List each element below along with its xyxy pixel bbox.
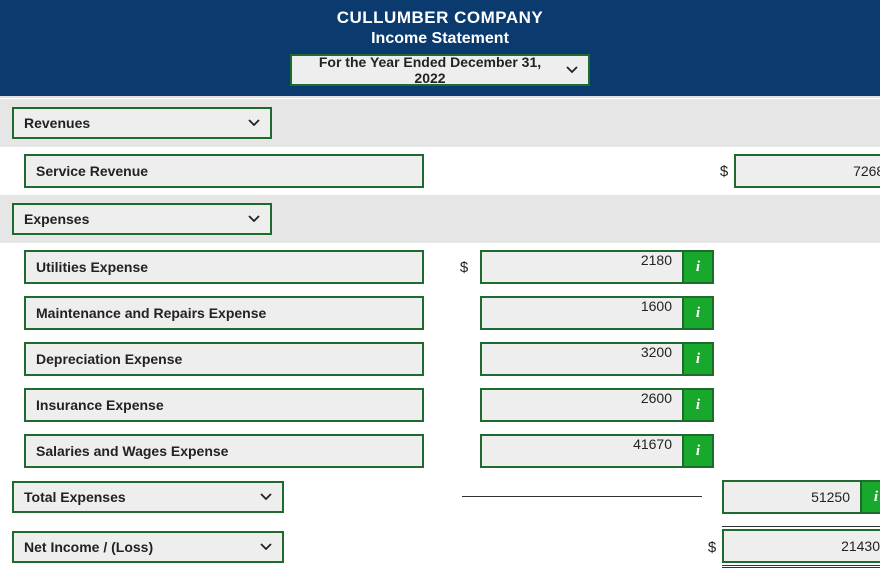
amount-input[interactable]: 41670 xyxy=(480,434,684,468)
account-label-text: Insurance Expense xyxy=(36,397,164,413)
account-label-text: Maintenance and Repairs Expense xyxy=(36,305,266,321)
chevron-down-icon xyxy=(248,213,260,225)
expenses-select[interactable]: Expenses xyxy=(12,203,272,235)
info-icon[interactable]: i xyxy=(684,250,714,284)
expenses-section: Expenses xyxy=(0,194,880,244)
line-depreciation-expense: Depreciation Expense 3200 i xyxy=(0,336,880,382)
net-income-select[interactable]: Net Income / (Loss) xyxy=(12,531,284,563)
amount-text: 3200 xyxy=(492,344,672,360)
info-icon[interactable]: i xyxy=(684,388,714,422)
amount-input[interactable]: 1600 xyxy=(480,296,684,330)
chevron-down-icon xyxy=(260,541,272,553)
statement-title: Income Statement xyxy=(0,30,880,48)
amount-text: 1600 xyxy=(492,298,672,314)
expenses-select-label: Expenses xyxy=(24,211,89,227)
company-name: CULLUMBER COMPANY xyxy=(0,8,880,28)
amount-text: 21430 xyxy=(841,538,880,554)
statement-header: CULLUMBER COMPANY Income Statement For t… xyxy=(0,0,880,98)
account-label-text: Service Revenue xyxy=(36,163,148,179)
account-label-text: Salaries and Wages Expense xyxy=(36,443,228,459)
amount-input[interactable]: 3200 xyxy=(480,342,684,376)
info-icon[interactable]: i xyxy=(684,296,714,330)
line-total-expenses: Total Expenses 51250 i xyxy=(0,474,880,520)
total-expenses-select[interactable]: Total Expenses xyxy=(12,481,284,513)
line-utilities-expense: Utilities Expense $ 2180 i xyxy=(0,244,880,290)
account-label-input[interactable]: Service Revenue xyxy=(24,154,424,188)
account-label-input[interactable]: Insurance Expense xyxy=(24,388,424,422)
currency-symbol: $ xyxy=(702,539,722,556)
total-expenses-label: Total Expenses xyxy=(24,489,126,505)
account-label-input[interactable]: Depreciation Expense xyxy=(24,342,424,376)
currency-symbol: $ xyxy=(454,259,474,276)
line-net-income: Net Income / (Loss) $ 21430 xyxy=(0,520,880,574)
period-select-label: For the Year Ended December 31, 2022 xyxy=(302,54,558,86)
amount-text: 41670 xyxy=(492,436,672,452)
chevron-down-icon xyxy=(248,117,260,129)
account-label-text: Utilities Expense xyxy=(36,259,148,275)
income-statement-sheet: CULLUMBER COMPANY Income Statement For t… xyxy=(0,0,880,574)
net-income-label: Net Income / (Loss) xyxy=(24,539,153,555)
currency-symbol: $ xyxy=(714,163,734,180)
info-icon[interactable]: i xyxy=(684,434,714,468)
line-salaries-expense: Salaries and Wages Expense 41670 i xyxy=(0,428,880,474)
amount-input[interactable]: 51250 xyxy=(722,480,862,514)
revenues-select[interactable]: Revenues xyxy=(12,107,272,139)
account-label-text: Depreciation Expense xyxy=(36,351,182,367)
line-maintenance-expense: Maintenance and Repairs Expense 1600 i xyxy=(0,290,880,336)
amount-input[interactable]: 21430 xyxy=(722,529,880,563)
revenues-section: Revenues xyxy=(0,98,880,148)
chevron-down-icon xyxy=(260,491,272,503)
line-service-revenue: Service Revenue $ 72680 xyxy=(0,148,880,194)
amount-text: 72680 xyxy=(853,163,880,179)
info-icon[interactable]: i xyxy=(862,480,880,514)
account-label-input[interactable]: Utilities Expense xyxy=(24,250,424,284)
amount-input[interactable]: 72680 xyxy=(734,154,880,188)
amount-text: 51250 xyxy=(811,489,850,505)
amount-input[interactable]: 2180 xyxy=(480,250,684,284)
account-label-input[interactable]: Salaries and Wages Expense xyxy=(24,434,424,468)
period-select[interactable]: For the Year Ended December 31, 2022 xyxy=(290,54,590,86)
line-insurance-expense: Insurance Expense 2600 i xyxy=(0,382,880,428)
amount-input[interactable]: 2600 xyxy=(480,388,684,422)
revenues-select-label: Revenues xyxy=(24,115,90,131)
amount-text: 2600 xyxy=(492,390,672,406)
account-label-input[interactable]: Maintenance and Repairs Expense xyxy=(24,296,424,330)
chevron-down-icon xyxy=(566,64,578,76)
info-icon[interactable]: i xyxy=(684,342,714,376)
amount-text: 2180 xyxy=(492,252,672,268)
